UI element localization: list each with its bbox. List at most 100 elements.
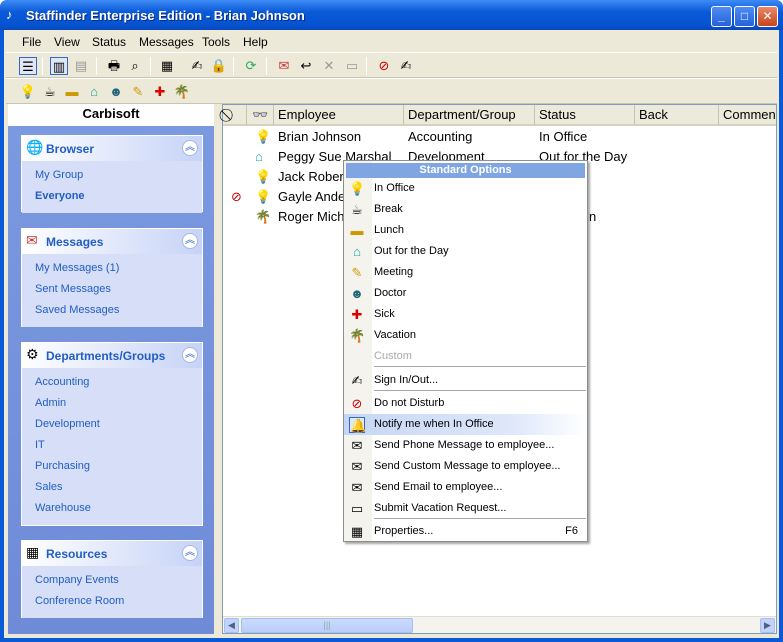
doctor-icon[interactable]: ☻ [107, 83, 125, 101]
out-for-day-icon[interactable]: ⌂ [85, 83, 103, 101]
menu-item-break[interactable]: ☕ Break [344, 199, 587, 220]
save-message-icon[interactable]: ▭ [343, 57, 361, 75]
panel-header-resources[interactable]: ▦ Resources ︽ [22, 541, 202, 566]
phone-message-icon: ✉ [351, 438, 363, 453]
menu-item-label: Meeting [374, 266, 414, 278]
menu-item-notify-in-office[interactable]: 🔔 Notify me when In Office [344, 414, 587, 435]
collapse-icon[interactable]: ︽ [182, 233, 198, 249]
sick-icon[interactable]: ✚ [151, 83, 169, 101]
panel-browser: 🌐 Browser ︽ My Group Everyone [21, 135, 203, 213]
panel-header-departments[interactable]: ⚙ Departments/Groups ︽ [22, 343, 202, 368]
title-bar[interactable]: ♪ Staffinder Enterprise Edition - Brian … [0, 0, 783, 30]
refresh-icon[interactable]: ⟳ [242, 57, 260, 75]
toolbar-separator [233, 57, 234, 75]
menu-item-sign-in-out[interactable]: ✍ Sign In/Out... [344, 370, 587, 391]
list-view-icon[interactable]: ☰ [19, 57, 37, 75]
column-glasses[interactable]: 👓 [247, 105, 274, 125]
toolbar-separator [366, 57, 367, 75]
lunch-icon[interactable]: ▬ [63, 83, 81, 101]
menu-item-send-email[interactable]: ✉ Send Email to employee... [344, 477, 587, 498]
menu-item-submit-vacation[interactable]: ▭ Submit Vacation Request... [344, 498, 587, 519]
toolbar-separator [150, 57, 151, 75]
menu-item-do-not-disturb[interactable]: ⊘ Do not Disturb [344, 393, 587, 414]
sidebar-item-everyone[interactable]: Everyone [22, 186, 202, 207]
panel-title: Browser [46, 142, 95, 156]
scroll-thumb[interactable]: ||| [241, 618, 413, 633]
new-message-icon[interactable]: ✉ [275, 57, 293, 75]
print-icon[interactable]: 🖶 [105, 57, 123, 75]
menu-item-send-phone-message[interactable]: ✉ Send Phone Message to employee... [344, 435, 587, 456]
menu-item-out-for-day[interactable]: ⌂ Out for the Day [344, 241, 587, 262]
column-comment[interactable]: Commen [719, 105, 776, 125]
sidebar-item-admin[interactable]: Admin [22, 393, 202, 414]
sign-in-icon[interactable]: ✍ [188, 57, 206, 75]
sidebar-item-my-messages[interactable]: My Messages (1) [22, 258, 202, 279]
vacation-icon[interactable]: 🌴 [173, 83, 191, 101]
panel-title: Messages [46, 235, 104, 249]
sidebar-item-warehouse[interactable]: Warehouse [22, 498, 202, 519]
column-back[interactable]: Back [635, 105, 719, 125]
delete-icon[interactable]: ✕ [320, 57, 338, 75]
sidebar-item-sent-messages[interactable]: Sent Messages [22, 279, 202, 300]
pane-view-icon[interactable]: ▥ [50, 57, 68, 75]
properties-icon[interactable]: ▦ [158, 57, 176, 75]
menu-tools[interactable]: Tools [202, 35, 230, 49]
collapse-icon[interactable]: ︽ [182, 545, 198, 561]
sidebar-item-accounting[interactable]: Accounting [22, 372, 202, 393]
panel-header-messages[interactable]: ✉ Messages ︽ [22, 229, 202, 254]
panel-messages: ✉ Messages ︽ My Messages (1) Sent Messag… [21, 228, 203, 327]
menu-item-label: Submit Vacation Request... [374, 502, 507, 514]
close-button[interactable]: ✕ [757, 6, 778, 27]
table-row[interactable]: 💡 Brian Johnson Accounting In Office [223, 127, 776, 147]
scroll-left-icon[interactable]: ◀ [224, 618, 239, 633]
menu-item-in-office[interactable]: 💡 In Office [344, 178, 587, 199]
menu-item-vacation[interactable]: 🌴 Vacation [344, 325, 587, 346]
menu-file[interactable]: File [22, 35, 41, 49]
sidebar-item-conference-room[interactable]: Conference Room [22, 591, 202, 612]
sidebar-item-purchasing[interactable]: Purchasing [22, 456, 202, 477]
sidebar-item-my-group[interactable]: My Group [22, 165, 202, 186]
meeting-icon[interactable]: ✎ [129, 83, 147, 101]
minimize-button[interactable]: _ [711, 6, 732, 27]
in-office-icon[interactable]: 💡 [19, 83, 37, 101]
column-department[interactable]: Department/Group [404, 105, 535, 125]
column-dnd[interactable]: ⃠ [223, 105, 247, 125]
collapse-icon[interactable]: ︽ [182, 347, 198, 363]
menu-item-sick[interactable]: ✚ Sick [344, 304, 587, 325]
menu-item-lunch[interactable]: ▬ Lunch [344, 220, 587, 241]
sign-in-out-icon[interactable]: ✍ [397, 57, 415, 75]
grid-header: ⃠ 👓 Employee Department/Group Status Bac… [223, 105, 776, 126]
scroll-right-icon[interactable]: ▶ [760, 618, 775, 633]
app-icon: ♪ [6, 7, 13, 22]
menu-help[interactable]: Help [243, 35, 268, 49]
menu-item-meeting[interactable]: ✎ Meeting [344, 262, 587, 283]
sidebar-item-it[interactable]: IT [22, 435, 202, 456]
sidebar-item-sales[interactable]: Sales [22, 477, 202, 498]
column-employee[interactable]: Employee [274, 105, 404, 125]
context-menu-header: Standard Options [346, 163, 585, 178]
sidebar-item-saved-messages[interactable]: Saved Messages [22, 300, 202, 321]
menu-item-doctor[interactable]: ☻ Doctor [344, 283, 587, 304]
maximize-button[interactable]: □ [734, 6, 755, 27]
toolbar-main: ☰ ▥ ▤ 🖶 ⌕ ▦ ✍ 🔒 ⟳ ✉ ↩ ✕ ▭ ⊘ ✍ [6, 52, 777, 78]
break-icon[interactable]: ☕ [41, 83, 59, 101]
menu-view[interactable]: View [54, 35, 80, 49]
collapse-icon[interactable]: ︽ [182, 140, 198, 156]
sidebar-item-company-events[interactable]: Company Events [22, 570, 202, 591]
menu-item-properties[interactable]: ▦ Properties... F6 [344, 521, 587, 542]
menu-status[interactable]: Status [92, 35, 126, 49]
employee-department: Accounting [408, 129, 473, 144]
vacation-icon: 🌴 [349, 328, 366, 343]
menu-item-label: Send Email to employee... [374, 481, 503, 493]
find-icon[interactable]: ⌕ [126, 57, 144, 75]
lock-icon[interactable]: 🔒 [210, 57, 228, 75]
do-not-disturb-icon[interactable]: ⊘ [375, 57, 393, 75]
column-status[interactable]: Status [535, 105, 635, 125]
panel-header-browser[interactable]: 🌐 Browser ︽ [22, 136, 202, 161]
menu-messages[interactable]: Messages [139, 35, 194, 49]
sidebar-item-development[interactable]: Development [22, 414, 202, 435]
horizontal-scrollbar[interactable]: ◀ ||| ▶ [223, 616, 776, 633]
reply-message-icon[interactable]: ↩ [297, 57, 315, 75]
split-view-icon[interactable]: ▤ [72, 57, 90, 75]
menu-item-send-custom-message[interactable]: ✉ Send Custom Message to employee... [344, 456, 587, 477]
